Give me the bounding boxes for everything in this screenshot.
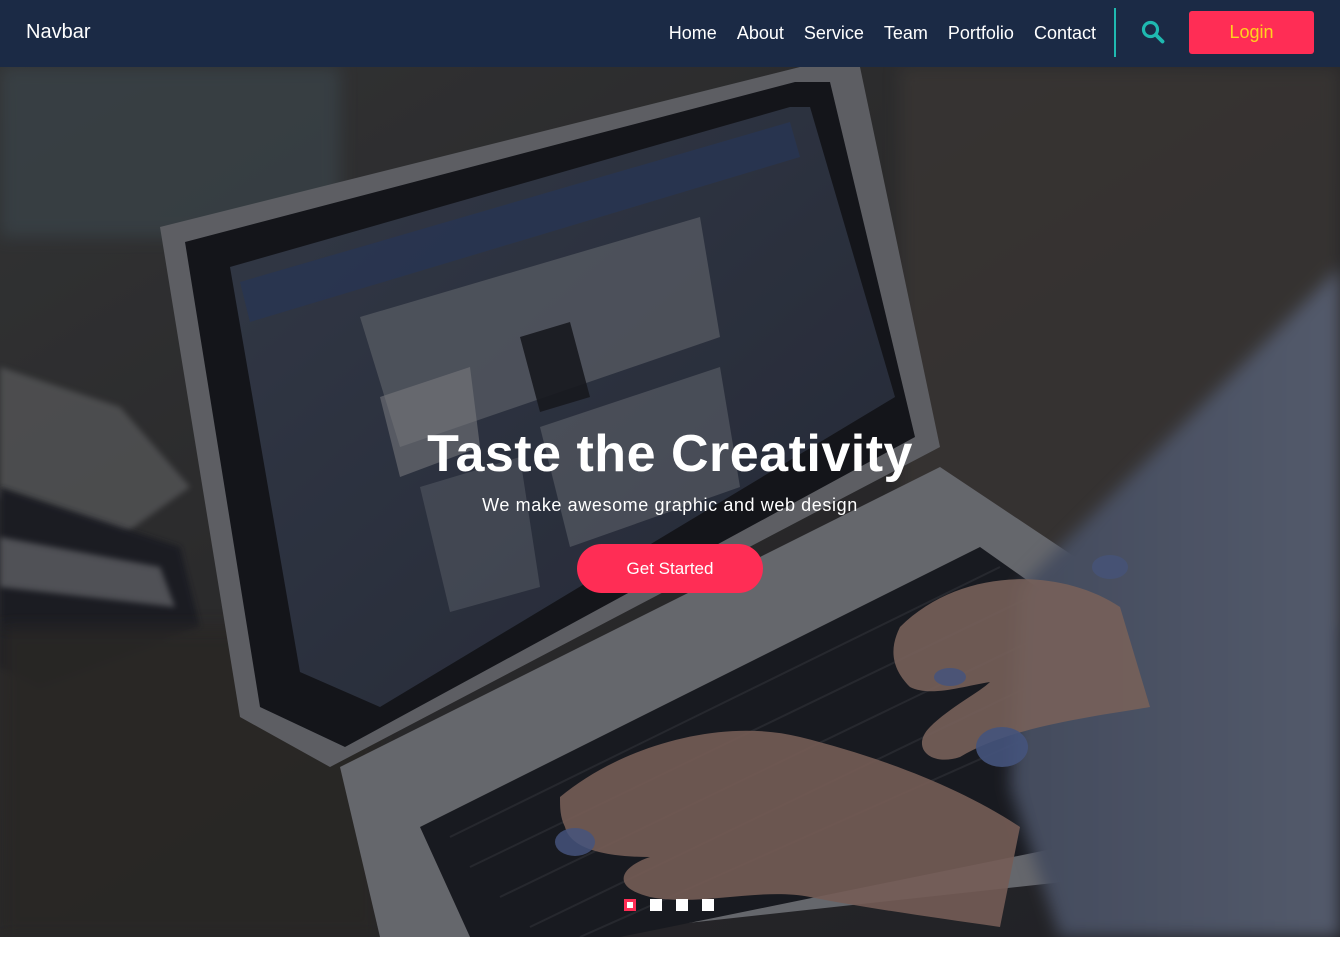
navbar: Navbar Home About Service Team Portfolio… — [0, 0, 1340, 67]
slide-indicator-1[interactable] — [624, 899, 636, 911]
brand-logo[interactable]: Navbar — [26, 21, 90, 44]
nav-link-service[interactable]: Service — [804, 23, 864, 44]
login-button[interactable]: Login — [1189, 11, 1314, 54]
nav-link-home[interactable]: Home — [669, 23, 717, 44]
nav-link-contact[interactable]: Contact — [1034, 23, 1096, 44]
get-started-button[interactable]: Get Started — [577, 544, 763, 593]
slider-indicators — [624, 899, 714, 911]
search-icon[interactable] — [1140, 19, 1166, 45]
nav-link-team[interactable]: Team — [884, 23, 928, 44]
hero-subtitle: We make awesome graphic and web design — [482, 495, 858, 515]
nav-link-about[interactable]: About — [737, 23, 784, 44]
slide-indicator-2[interactable] — [650, 899, 662, 911]
slide-indicator-4[interactable] — [702, 899, 714, 911]
nav-divider — [1114, 8, 1116, 57]
slide-indicator-3[interactable] — [676, 899, 688, 911]
hero-title: Taste the Creativity — [427, 425, 913, 483]
nav-link-portfolio[interactable]: Portfolio — [948, 23, 1014, 44]
nav-menu: Home About Service Team Portfolio Contac… — [669, 0, 1096, 67]
hero-slider: Taste the Creativity We make awesome gra… — [0, 67, 1340, 937]
